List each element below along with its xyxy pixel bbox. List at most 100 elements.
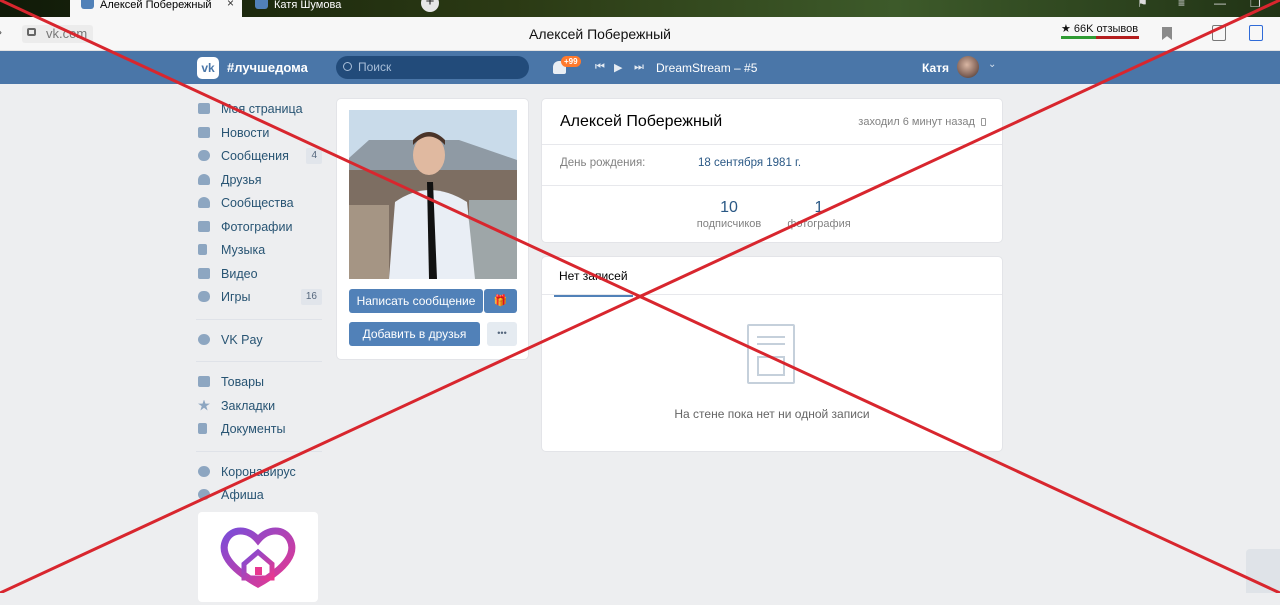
scroll-helper-icon[interactable] <box>1246 549 1280 593</box>
bookmarks-panel-icon[interactable]: ⚑ <box>1137 0 1148 10</box>
search-icon <box>343 62 352 71</box>
mobile-icon <box>981 118 986 126</box>
tab-active[interactable]: Алексей Побережный × <box>70 0 242 17</box>
tab-label: Катя Шумова <box>274 0 342 11</box>
sidebar-item-games[interactable]: Игры 16 <box>196 286 326 310</box>
search-placeholder: Поиск <box>358 60 392 74</box>
prev-track-icon[interactable]: ⏮ <box>595 61 605 74</box>
divider <box>542 294 1002 295</box>
menu-icon[interactable]: ≡ <box>1178 0 1185 10</box>
extension-icon[interactable] <box>1249 25 1263 41</box>
games-count-badge: 16 <box>300 289 322 305</box>
star-icon <box>198 399 210 411</box>
sidebar-item-friends[interactable]: Друзья <box>196 169 326 193</box>
address-bar: › vk.com Алексей Побережный ★ 66K отзыво… <box>0 17 1280 51</box>
sidebar-item-news[interactable]: Новости <box>196 122 326 146</box>
sidebar-item-music[interactable]: Музыка <box>196 239 326 263</box>
reader-icon[interactable] <box>1212 25 1226 41</box>
followers-label: подписчиков <box>696 218 762 230</box>
camera-icon <box>198 220 210 232</box>
profile-photo-image <box>349 110 517 279</box>
sidebar-item-my-page[interactable]: Моя страница <box>196 98 326 122</box>
sidebar-divider <box>196 450 322 452</box>
messages-icon <box>198 150 210 161</box>
empty-wall-text: На стене пока нет ни одной записи <box>674 407 870 421</box>
sidebar-item-label: Документы <box>221 422 286 436</box>
chevron-down-icon[interactable]: ⌄ <box>988 59 996 70</box>
left-sidebar: Моя страница Новости Сообщения 4 Друзья С… <box>196 98 326 508</box>
document-icon <box>198 423 207 434</box>
sidebar-item-bookmarks[interactable]: Закладки <box>196 395 326 419</box>
sidebar-item-communities[interactable]: Сообщества <box>196 192 326 216</box>
photos-count: 1 <box>814 199 824 216</box>
tab-inactive[interactable]: Катя Шумова <box>244 0 409 17</box>
reviews-badge[interactable]: ★ 66K отзывов <box>1061 22 1139 39</box>
sidebar-divider <box>196 318 322 320</box>
gift-button[interactable]: 🎁 <box>484 289 517 313</box>
communities-icon <box>198 197 210 208</box>
sidebar-item-label: Сообщества <box>221 196 294 210</box>
maximize-icon[interactable]: ❐ <box>1250 0 1261 10</box>
sidebar-item-label: Коронавирус <box>221 464 296 479</box>
vkpay-icon <box>198 333 210 345</box>
play-icon[interactable]: ▶ <box>614 61 622 74</box>
stay-home-banner[interactable] <box>198 512 318 602</box>
profile-photo[interactable] <box>349 110 517 279</box>
next-track-icon[interactable]: ⏭ <box>634 61 644 74</box>
birthday-value[interactable]: 18 сентября 1981 г. <box>698 157 801 169</box>
last-seen: заходил 6 минут назад <box>858 116 986 128</box>
sidebar-item-label: Игры <box>221 290 251 304</box>
current-track[interactable]: DreamStream – #5 <box>656 61 757 75</box>
close-tab-icon[interactable]: × <box>227 0 234 9</box>
sidebar-item-label: VK Pay <box>221 332 263 347</box>
tab-no-posts[interactable]: Нет записей <box>554 269 633 297</box>
send-message-button[interactable]: Написать сообщение <box>349 289 483 313</box>
sidebar-item-afisha[interactable]: Афиша <box>196 484 326 508</box>
sidebar-item-label: Афиша <box>221 488 264 502</box>
sidebar-item-messages[interactable]: Сообщения 4 <box>196 145 326 169</box>
last-seen-text: заходил 6 минут назад <box>858 116 975 128</box>
more-actions-button[interactable]: ••• <box>487 322 517 346</box>
sidebar-item-label: Новости <box>221 125 270 140</box>
notifications-badge: +99 <box>561 56 581 67</box>
home-icon <box>198 103 210 114</box>
video-icon <box>198 267 210 279</box>
tab-label: Алексей Побережный <box>100 0 212 11</box>
profile-avatar-card: Написать сообщение 🎁 Добавить в друзья •… <box>336 98 529 360</box>
bag-icon <box>198 376 210 387</box>
gamepad-icon <box>198 291 210 302</box>
messages-count-badge: 4 <box>306 148 322 164</box>
play-icon <box>198 489 210 500</box>
sidebar-divider <box>196 361 322 362</box>
minimize-icon[interactable]: — <box>1214 0 1226 10</box>
page-title: Алексей Побережный <box>529 26 671 42</box>
news-icon <box>198 126 210 138</box>
followers-stat[interactable]: 10 подписчиков <box>684 199 774 230</box>
sidebar-item-video[interactable]: Видео <box>196 263 326 287</box>
user-avatar[interactable] <box>957 56 979 78</box>
hashtag-link[interactable]: #лучшедома <box>227 60 308 75</box>
vk-logo-icon[interactable]: vk <box>197 57 219 79</box>
sidebar-item-label: Моя страница <box>221 102 303 116</box>
sidebar-item-documents[interactable]: Документы <box>196 418 326 442</box>
user-name[interactable]: Катя <box>922 61 949 75</box>
add-friend-button[interactable]: Добавить в друзья <box>349 322 480 346</box>
sidebar-item-label: Товары <box>221 375 264 389</box>
vk-favicon-icon <box>81 0 94 9</box>
profile-name: Алексей Побережный <box>560 113 723 130</box>
empty-wall-icon <box>747 324 795 384</box>
virus-icon <box>198 465 210 477</box>
sidebar-item-coronavirus[interactable]: Коронавирус <box>196 461 326 485</box>
sidebar-item-label: Музыка <box>221 243 266 257</box>
sidebar-item-label: Закладки <box>221 398 276 413</box>
search-input[interactable]: Поиск <box>336 56 529 79</box>
music-icon <box>198 244 207 255</box>
sidebar-item-vkpay[interactable]: VK Pay <box>196 329 326 353</box>
vk-header: vk #лучшедома Поиск +99 ⏮ ▶ ⏭ DreamStrea… <box>0 51 1280 84</box>
sidebar-item-photos[interactable]: Фотографии <box>196 216 326 240</box>
wall-card: Нет записей На стене пока нет ни одной з… <box>541 256 1003 452</box>
photos-stat[interactable]: 1 фотография <box>774 199 864 230</box>
birthday-label: День рождения: <box>560 157 646 169</box>
sidebar-item-goods[interactable]: Товары <box>196 371 326 395</box>
new-tab-button[interactable]: + <box>421 0 439 12</box>
